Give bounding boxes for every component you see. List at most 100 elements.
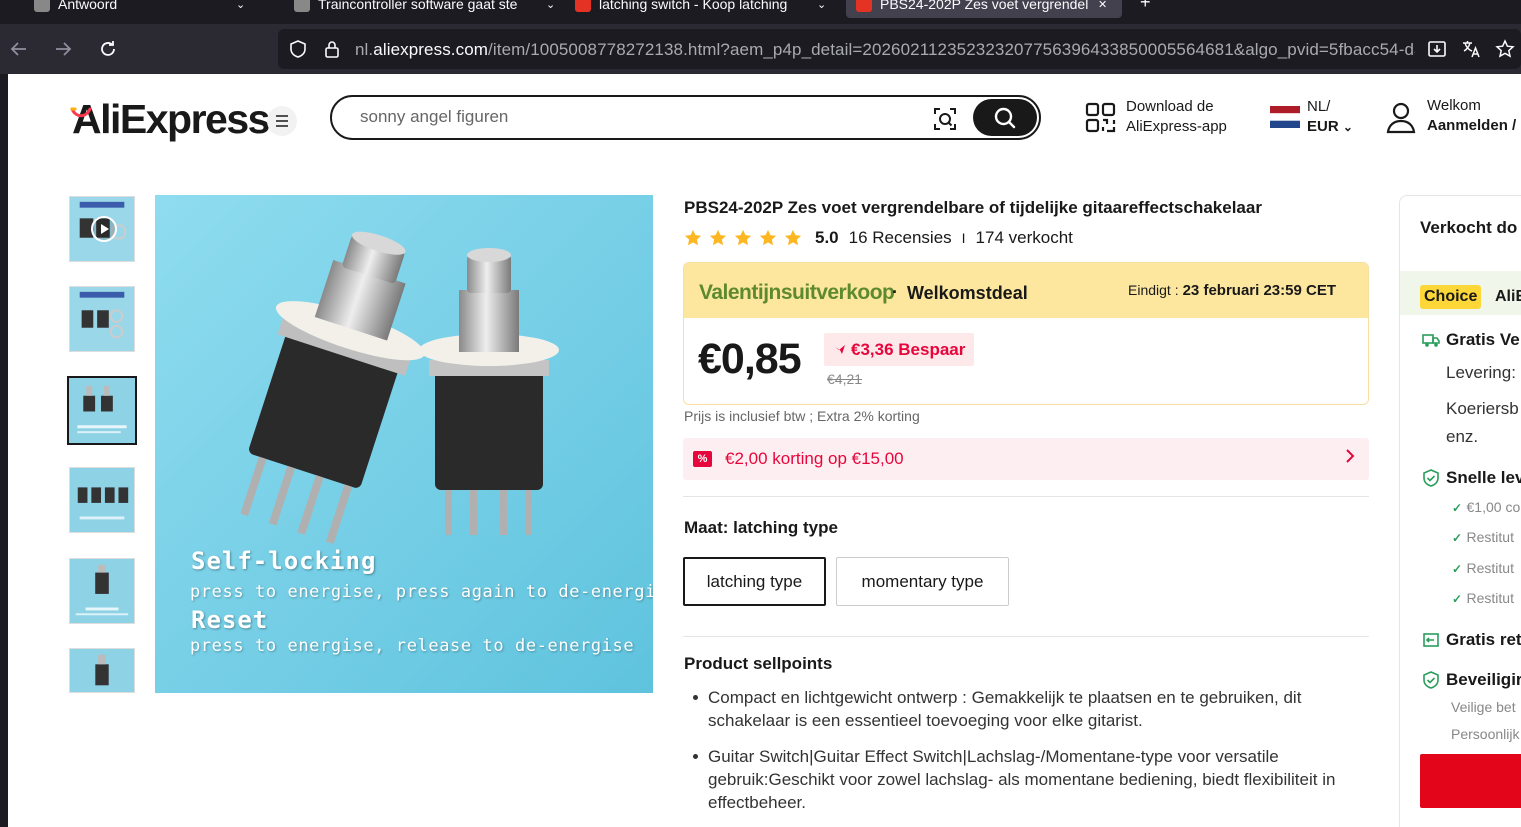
main-product-image[interactable]: Self-locking press to energise, press ag… [155, 195, 653, 693]
app-line-1: Download de [1126, 98, 1214, 115]
fast-item-row: ✓ Restitut [1452, 529, 1514, 547]
check-icon: ✓ [1452, 592, 1463, 606]
choice-badge: Choice [1420, 285, 1482, 309]
translate-icon[interactable] [1461, 39, 1481, 59]
new-tab-icon[interactable]: + [1140, 0, 1151, 13]
option-latching-type[interactable]: latching type [683, 557, 826, 606]
coupon-bar[interactable]: % €2,00 korting op €15,00 [683, 438, 1369, 480]
tab-title: Antwoord [58, 0, 118, 12]
deal-end-value: 23 februari 23:59 CET [1182, 282, 1336, 299]
gallery-thumbnail-video[interactable] [69, 196, 135, 262]
tab-title: PBS24-202P Zes voet vergrendel [880, 0, 1089, 12]
size-label: Maat: latching type [684, 518, 838, 537]
search-button[interactable] [973, 99, 1037, 136]
tab-close-icon[interactable]: ✕ [1098, 0, 1107, 11]
gallery-thumbnail[interactable] [69, 467, 135, 533]
rating-row[interactable]: 5.0 16 Recensies I 174 verkocht [684, 228, 1073, 248]
fast-item-row: ✓ Restitut [1452, 590, 1514, 608]
dutch-flag-icon [1270, 106, 1300, 128]
browser-tab[interactable]: latching switch - Koop latching ⌄ [565, 0, 836, 18]
save-page-icon[interactable] [1427, 39, 1447, 59]
browser-tab-strip: Antwoord ⌄ Traincontroller software gaat… [0, 0, 1521, 24]
deal-end-time: Eindigt :23 februari 23:59 CET [1128, 282, 1336, 299]
browser-tab-active[interactable]: PBS24-202P Zes voet vergrendel ✕ [846, 0, 1122, 18]
rating-separator: I [961, 230, 966, 246]
url-path: /item/1005008778272138.html?aem_p4p_deta… [488, 40, 1415, 59]
tab-favicon-icon [575, 0, 591, 12]
back-icon[interactable] [7, 37, 31, 61]
gallery-thumbnail[interactable] [69, 648, 135, 693]
currency-text: EUR [1307, 118, 1339, 135]
browser-toolbar: nl.aliexpress.com/item/1005008778272138.… [0, 24, 1521, 74]
browser-tab[interactable]: Antwoord ⌄ [24, 0, 255, 18]
thumbnail-image [70, 649, 134, 692]
aliexpress-logo[interactable]: AliExpress [70, 96, 270, 143]
sold-count: 174 verkocht [975, 228, 1073, 247]
sold-by-label: Verkocht do [1420, 218, 1518, 237]
fast-item-row: ✓ Restitut [1452, 560, 1514, 578]
fast-delivery-label: Snelle lev [1446, 468, 1521, 487]
free-returns-label: Gratis ret [1446, 630, 1521, 649]
security-sub-1: Veilige bet [1451, 699, 1516, 715]
app-line-2: AliExpress-app [1126, 118, 1227, 135]
image-search-camera-icon[interactable] [932, 106, 958, 132]
coupon-text: €2,00 korting op €15,00 [725, 449, 904, 468]
search-icon [994, 107, 1016, 128]
deal-welcome: Welkomstdeal [907, 283, 1028, 303]
deal-banner: Valentijnsuitverkoop · Welkomstdeal Eind… [684, 263, 1368, 318]
url-host: aliexpress.com [373, 40, 489, 59]
thumbnail-image [69, 378, 135, 443]
star-icon [709, 229, 727, 246]
logo-text: AliExpress [72, 96, 270, 142]
reload-icon[interactable] [96, 37, 120, 61]
vat-note: Prijs is inclusief btw ; Extra 2% kortin… [684, 408, 920, 424]
tab-chevron-icon[interactable]: ⌄ [546, 0, 555, 11]
shipping-side-panel: Verkocht do Choice AliE Gratis Ve Leveri… [1399, 195, 1521, 827]
chevron-right-icon[interactable] [1345, 448, 1355, 469]
thumbnail-image [70, 559, 134, 623]
forward-icon[interactable] [51, 37, 75, 61]
category-menu-button[interactable] [267, 106, 297, 136]
browser-sidebar-edge [0, 74, 8, 827]
gallery-thumbnail[interactable] [69, 286, 135, 352]
rating-score: 5.0 [815, 228, 839, 247]
original-price: €4,21 [827, 371, 863, 387]
sign-in-link[interactable]: Aanmelden / [1427, 116, 1516, 136]
tab-favicon-icon [34, 0, 50, 12]
fast-item-row: ✓ €1,00 co [1452, 499, 1520, 517]
play-video-icon[interactable] [91, 216, 117, 242]
tab-favicon-icon [856, 0, 872, 12]
fast-item-text: Restitut [1466, 529, 1514, 545]
search-input[interactable] [360, 107, 900, 127]
tab-chevron-icon[interactable]: ⌄ [817, 0, 826, 11]
bookmark-star-icon[interactable] [1495, 39, 1515, 59]
fast-item-text: Restitut [1466, 560, 1514, 576]
shield-icon[interactable] [288, 39, 308, 59]
address-bar[interactable]: nl.aliexpress.com/item/1005008778272138.… [278, 29, 1521, 69]
hamburger-icon [276, 115, 288, 127]
tab-chevron-icon[interactable]: ⌄ [236, 0, 245, 11]
reviews-link[interactable]: 16 Recensies [849, 228, 952, 248]
check-icon: ✓ [1452, 531, 1463, 545]
arrow-down-icon [835, 344, 845, 354]
sellpoint-item: Guitar Switch|Guitar Effect Switch|Lachs… [693, 745, 1372, 814]
product-title: PBS24-202P Zes voet vergrendelbare of ti… [684, 198, 1262, 217]
return-box-icon [1423, 633, 1439, 647]
url-text[interactable]: nl.aliexpress.com/item/1005008778272138.… [355, 40, 1415, 60]
gallery-thumbnail-selected[interactable] [67, 376, 137, 445]
welcome-text: Welkom [1427, 97, 1481, 114]
gallery-thumbnail[interactable] [69, 558, 135, 624]
fast-item-text: €1,00 co [1466, 499, 1521, 515]
check-icon: ✓ [1452, 562, 1463, 576]
option-momentary-type[interactable]: momentary type [836, 557, 1009, 606]
lock-icon[interactable] [322, 39, 342, 59]
browser-tab[interactable]: Traincontroller software gaat ste ⌄ [284, 0, 565, 18]
user-icon [1386, 102, 1416, 134]
security-sub-2: Persoonlijk [1451, 726, 1520, 742]
current-price: €0,85 [698, 335, 802, 383]
overlay-heading-reset: Reset [191, 606, 269, 634]
buy-now-button[interactable] [1420, 754, 1521, 808]
deal-price-box: Valentijnsuitverkoop · Welkomstdeal Eind… [683, 262, 1369, 405]
discount-text: €3,36 Bespaar [851, 339, 966, 359]
overlay-text-reset: press to energise, release to de-energis… [190, 636, 635, 656]
